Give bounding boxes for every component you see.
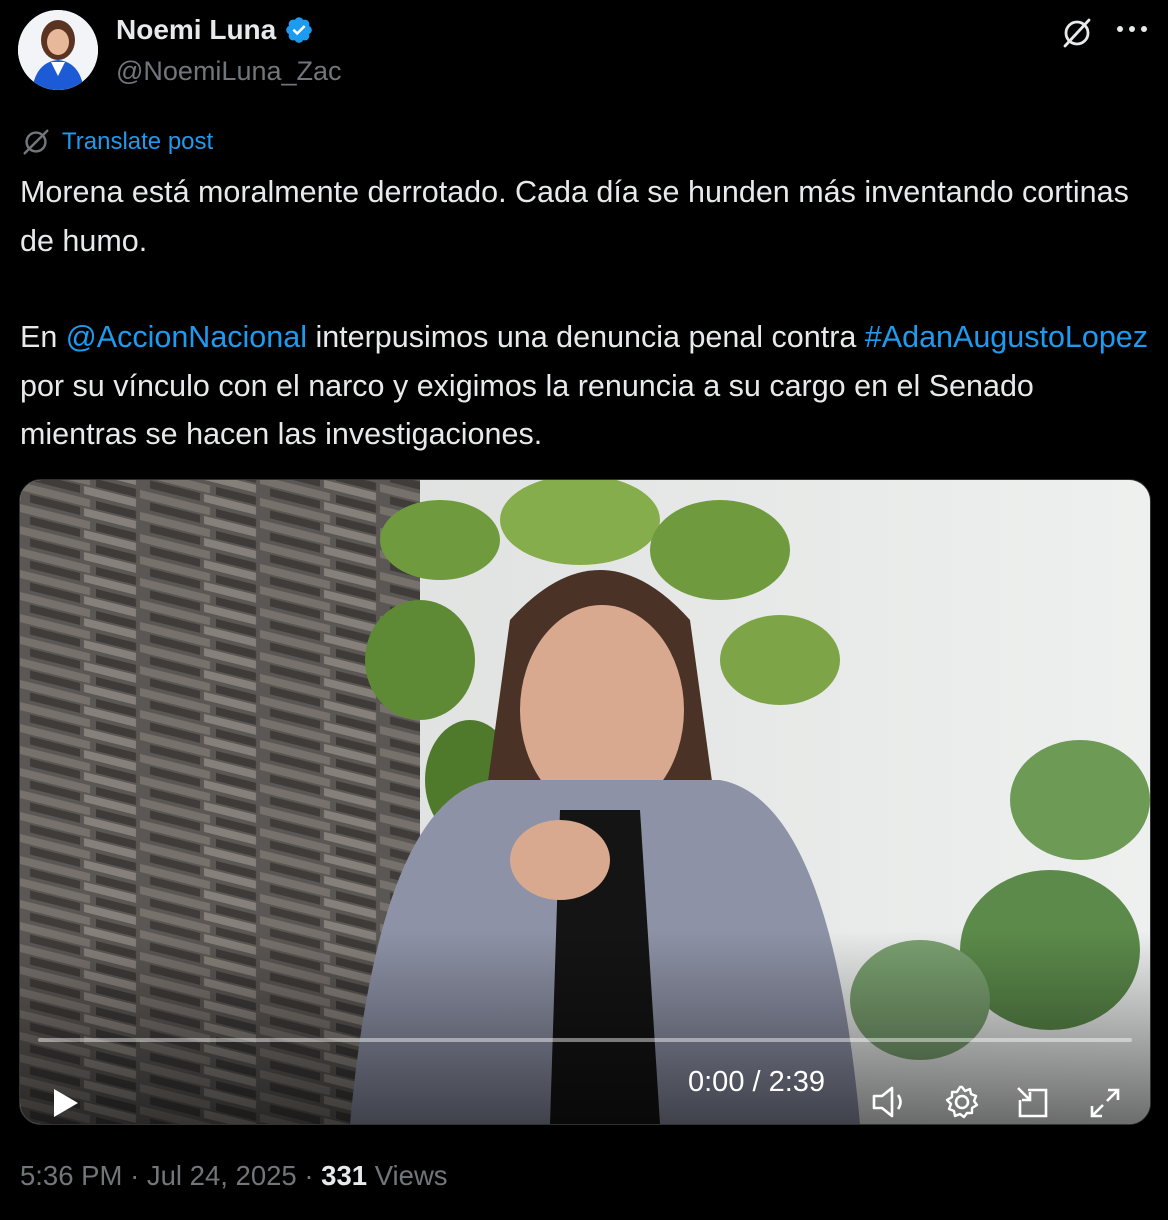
views-count: 331 bbox=[321, 1160, 368, 1191]
video-progress-bar[interactable] bbox=[38, 1038, 1132, 1042]
avatar-photo bbox=[18, 10, 98, 90]
volume-icon[interactable] bbox=[870, 1084, 910, 1120]
post-date[interactable]: Jul 24, 2025 bbox=[147, 1160, 297, 1191]
views-label: Views bbox=[374, 1160, 448, 1191]
post-paragraph-2: En @AccionNacional interpusimos una denu… bbox=[20, 313, 1150, 459]
author-name-row[interactable]: Noemi Luna bbox=[116, 14, 314, 46]
post-time[interactable]: 5:36 PM bbox=[20, 1160, 122, 1191]
post-text-segment: por su vínculo con el narco y exigimos l… bbox=[20, 368, 1034, 452]
grok-translate-icon bbox=[23, 129, 49, 155]
avatar[interactable] bbox=[18, 10, 98, 90]
author-handle[interactable]: @NoemiLuna_Zac bbox=[116, 56, 342, 87]
translate-post-link[interactable]: Translate post bbox=[20, 126, 213, 158]
video-player[interactable]: 0:00 / 2:39 bbox=[19, 479, 1151, 1125]
play-icon[interactable] bbox=[48, 1086, 82, 1120]
verified-badge-icon bbox=[286, 17, 313, 43]
mention-link[interactable]: @AccionNacional bbox=[66, 320, 307, 354]
post-paragraph-1: Morena está moralmente derrotado. Cada d… bbox=[20, 175, 1129, 258]
post-text-segment: interpusimos una denuncia penal contra bbox=[306, 320, 865, 354]
translate-label[interactable]: Translate post bbox=[62, 128, 213, 156]
settings-icon[interactable] bbox=[944, 1084, 980, 1120]
more-icon[interactable] bbox=[1114, 22, 1150, 36]
pip-icon[interactable] bbox=[1014, 1084, 1052, 1122]
hashtag-link[interactable]: #AdanAugustoLopez bbox=[865, 320, 1148, 354]
post-text-segment: En bbox=[20, 320, 66, 354]
video-controls: 0:00 / 2:39 bbox=[20, 1004, 1150, 1124]
author-name[interactable]: Noemi Luna bbox=[116, 14, 276, 46]
grok-icon[interactable] bbox=[1060, 16, 1094, 50]
video-time: 0:00 / 2:39 bbox=[688, 1066, 826, 1098]
post-text: Morena está moralmente derrotado. Cada d… bbox=[20, 168, 1150, 459]
fullscreen-icon[interactable] bbox=[1088, 1086, 1122, 1120]
post-meta: 5:36 PM · Jul 24, 2025 · 331 Views bbox=[20, 1160, 448, 1191]
